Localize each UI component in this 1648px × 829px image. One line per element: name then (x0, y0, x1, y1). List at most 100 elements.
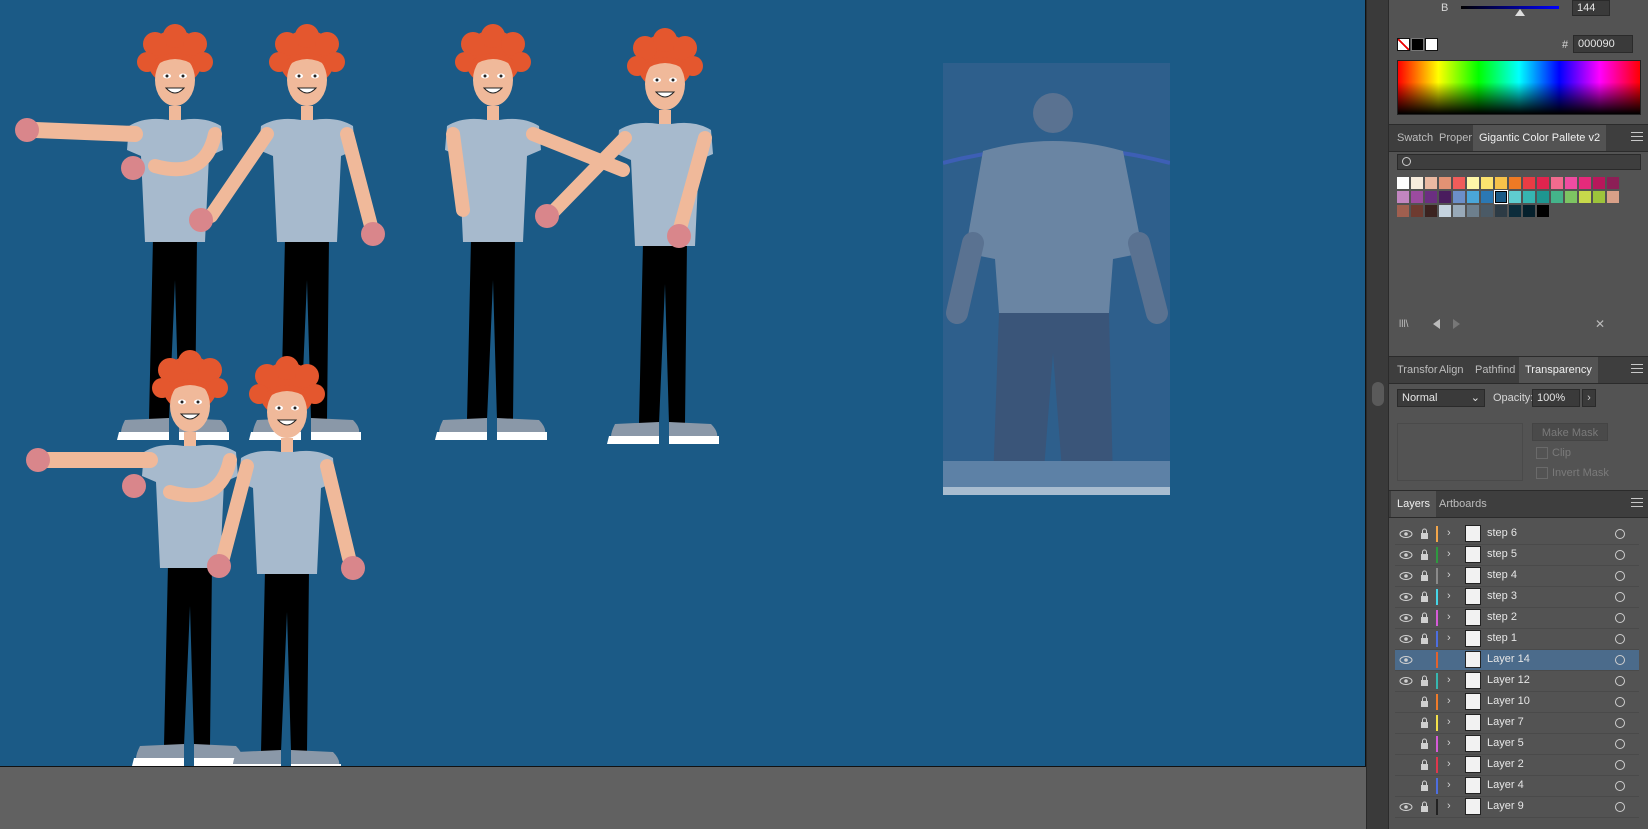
color-swatch[interactable] (1425, 177, 1437, 189)
prev-arrow-icon[interactable] (1433, 319, 1440, 329)
next-arrow-icon[interactable] (1453, 319, 1460, 329)
color-swatch[interactable] (1551, 177, 1563, 189)
layer-name[interactable]: Layer 12 (1487, 674, 1530, 686)
color-swatch[interactable] (1593, 191, 1605, 203)
layer-row[interactable]: › step 1 (1395, 629, 1639, 650)
color-swatch[interactable] (1397, 191, 1409, 203)
invert-mask-checkbox[interactable] (1536, 467, 1548, 479)
color-swatch[interactable] (1439, 205, 1451, 217)
clip-checkbox[interactable] (1536, 447, 1548, 459)
layer-target-icon[interactable] (1615, 676, 1625, 686)
color-swatch[interactable] (1467, 191, 1479, 203)
visibility-eye-icon[interactable] (1399, 528, 1413, 540)
panel-menu-icon[interactable] (1631, 364, 1643, 376)
layer-target-icon[interactable] (1615, 634, 1625, 644)
layer-name[interactable]: Layer 5 (1487, 737, 1524, 749)
visibility-eye-icon[interactable] (1399, 591, 1413, 603)
layer-target-icon[interactable] (1615, 697, 1625, 707)
color-swatch[interactable] (1467, 205, 1479, 217)
color-swatch[interactable] (1453, 191, 1465, 203)
canvas-vertical-scrollbar[interactable] (1366, 0, 1389, 829)
lock-icon[interactable] (1420, 633, 1429, 645)
visibility-eye-icon[interactable] (1399, 654, 1413, 666)
color-swatch[interactable] (1411, 205, 1423, 217)
layer-row[interactable]: Layer 14 (1395, 650, 1639, 671)
color-swatch[interactable] (1523, 177, 1535, 189)
layer-row[interactable]: › step 5 (1395, 545, 1639, 566)
chevron-right-icon[interactable]: › (1447, 800, 1451, 812)
color-swatch[interactable] (1523, 205, 1535, 217)
layer-row[interactable]: › Layer 5 (1395, 734, 1639, 755)
lock-icon[interactable] (1420, 696, 1429, 708)
layer-name[interactable]: step 6 (1487, 527, 1517, 539)
visibility-eye-icon[interactable] (1399, 759, 1413, 771)
tab-artboards[interactable]: Artboards (1433, 491, 1493, 517)
layer-row[interactable]: › Layer 2 (1395, 755, 1639, 776)
color-swatch[interactable] (1481, 177, 1493, 189)
color-swatch[interactable] (1495, 205, 1507, 217)
lock-icon[interactable] (1420, 801, 1429, 813)
layer-name[interactable]: Layer 14 (1487, 653, 1530, 665)
lock-icon[interactable] (1420, 717, 1429, 729)
chevron-right-icon[interactable]: › (1447, 695, 1451, 707)
color-swatch[interactable] (1607, 177, 1619, 189)
hex-input[interactable]: 000090 (1573, 35, 1633, 53)
layer-row[interactable]: › Layer 4 (1395, 776, 1639, 797)
chevron-right-icon[interactable]: › (1447, 527, 1451, 539)
layer-target-icon[interactable] (1615, 529, 1625, 539)
chevron-right-icon[interactable]: › (1447, 632, 1451, 644)
make-mask-button[interactable]: Make Mask (1532, 423, 1608, 441)
layer-name[interactable]: Layer 7 (1487, 716, 1524, 728)
color-swatch[interactable] (1453, 177, 1465, 189)
layer-row[interactable]: › Layer 7 (1395, 713, 1639, 734)
visibility-eye-icon[interactable] (1399, 612, 1413, 624)
color-swatch[interactable] (1537, 205, 1549, 217)
layer-name[interactable]: step 1 (1487, 632, 1517, 644)
visibility-eye-icon[interactable] (1399, 717, 1413, 729)
layer-name[interactable]: Layer 4 (1487, 779, 1524, 791)
layer-name[interactable]: Layer 10 (1487, 695, 1530, 707)
color-swatch[interactable] (1411, 191, 1423, 203)
reference-photo[interactable] (942, 63, 1171, 495)
color-swatch[interactable] (1607, 191, 1619, 203)
color-swatch[interactable] (1509, 191, 1521, 203)
opacity-arrow-button[interactable]: › (1582, 389, 1596, 407)
color-swatch[interactable] (1439, 191, 1451, 203)
color-swatch[interactable] (1565, 177, 1577, 189)
white-swatch[interactable] (1425, 38, 1438, 51)
color-swatch[interactable] (1551, 191, 1563, 203)
visibility-eye-icon[interactable] (1399, 801, 1413, 813)
tab-align[interactable]: Align (1433, 357, 1469, 383)
chevron-right-icon[interactable]: › (1447, 737, 1451, 749)
layer-target-icon[interactable] (1615, 550, 1625, 560)
tab-pathfinder[interactable]: Pathfind (1469, 357, 1521, 383)
layer-name[interactable]: step 2 (1487, 611, 1517, 623)
layer-target-icon[interactable] (1615, 760, 1625, 770)
color-swatch[interactable] (1494, 190, 1508, 204)
tab-layers[interactable]: Layers (1391, 491, 1437, 517)
color-swatch[interactable] (1537, 191, 1549, 203)
color-swatch[interactable] (1579, 177, 1591, 189)
color-swatch[interactable] (1467, 177, 1479, 189)
no-fill-swatch[interactable] (1397, 38, 1410, 51)
layer-target-icon[interactable] (1615, 571, 1625, 581)
chevron-right-icon[interactable]: › (1447, 716, 1451, 728)
layer-name[interactable]: step 4 (1487, 569, 1517, 581)
blue-channel-slider[interactable] (1461, 6, 1559, 16)
layer-row[interactable]: › Layer 9 (1395, 797, 1639, 818)
scrollbar-thumb[interactable] (1372, 382, 1384, 406)
color-swatch[interactable] (1523, 191, 1535, 203)
lock-icon[interactable] (1420, 738, 1429, 750)
black-swatch[interactable] (1411, 38, 1424, 51)
chevron-right-icon[interactable]: › (1447, 674, 1451, 686)
layer-target-icon[interactable] (1615, 718, 1625, 728)
color-swatch[interactable] (1509, 205, 1521, 217)
layer-target-icon[interactable] (1615, 802, 1625, 812)
layer-name[interactable]: Layer 2 (1487, 758, 1524, 770)
layer-row[interactable]: › step 3 (1395, 587, 1639, 608)
color-swatch[interactable] (1425, 191, 1437, 203)
visibility-eye-icon[interactable] (1399, 738, 1413, 750)
blend-mode-select[interactable]: Normal ⌄ (1397, 389, 1485, 407)
swatch-options-icon[interactable]: ✕ (1595, 317, 1605, 331)
layer-name[interactable]: Layer 9 (1487, 800, 1524, 812)
